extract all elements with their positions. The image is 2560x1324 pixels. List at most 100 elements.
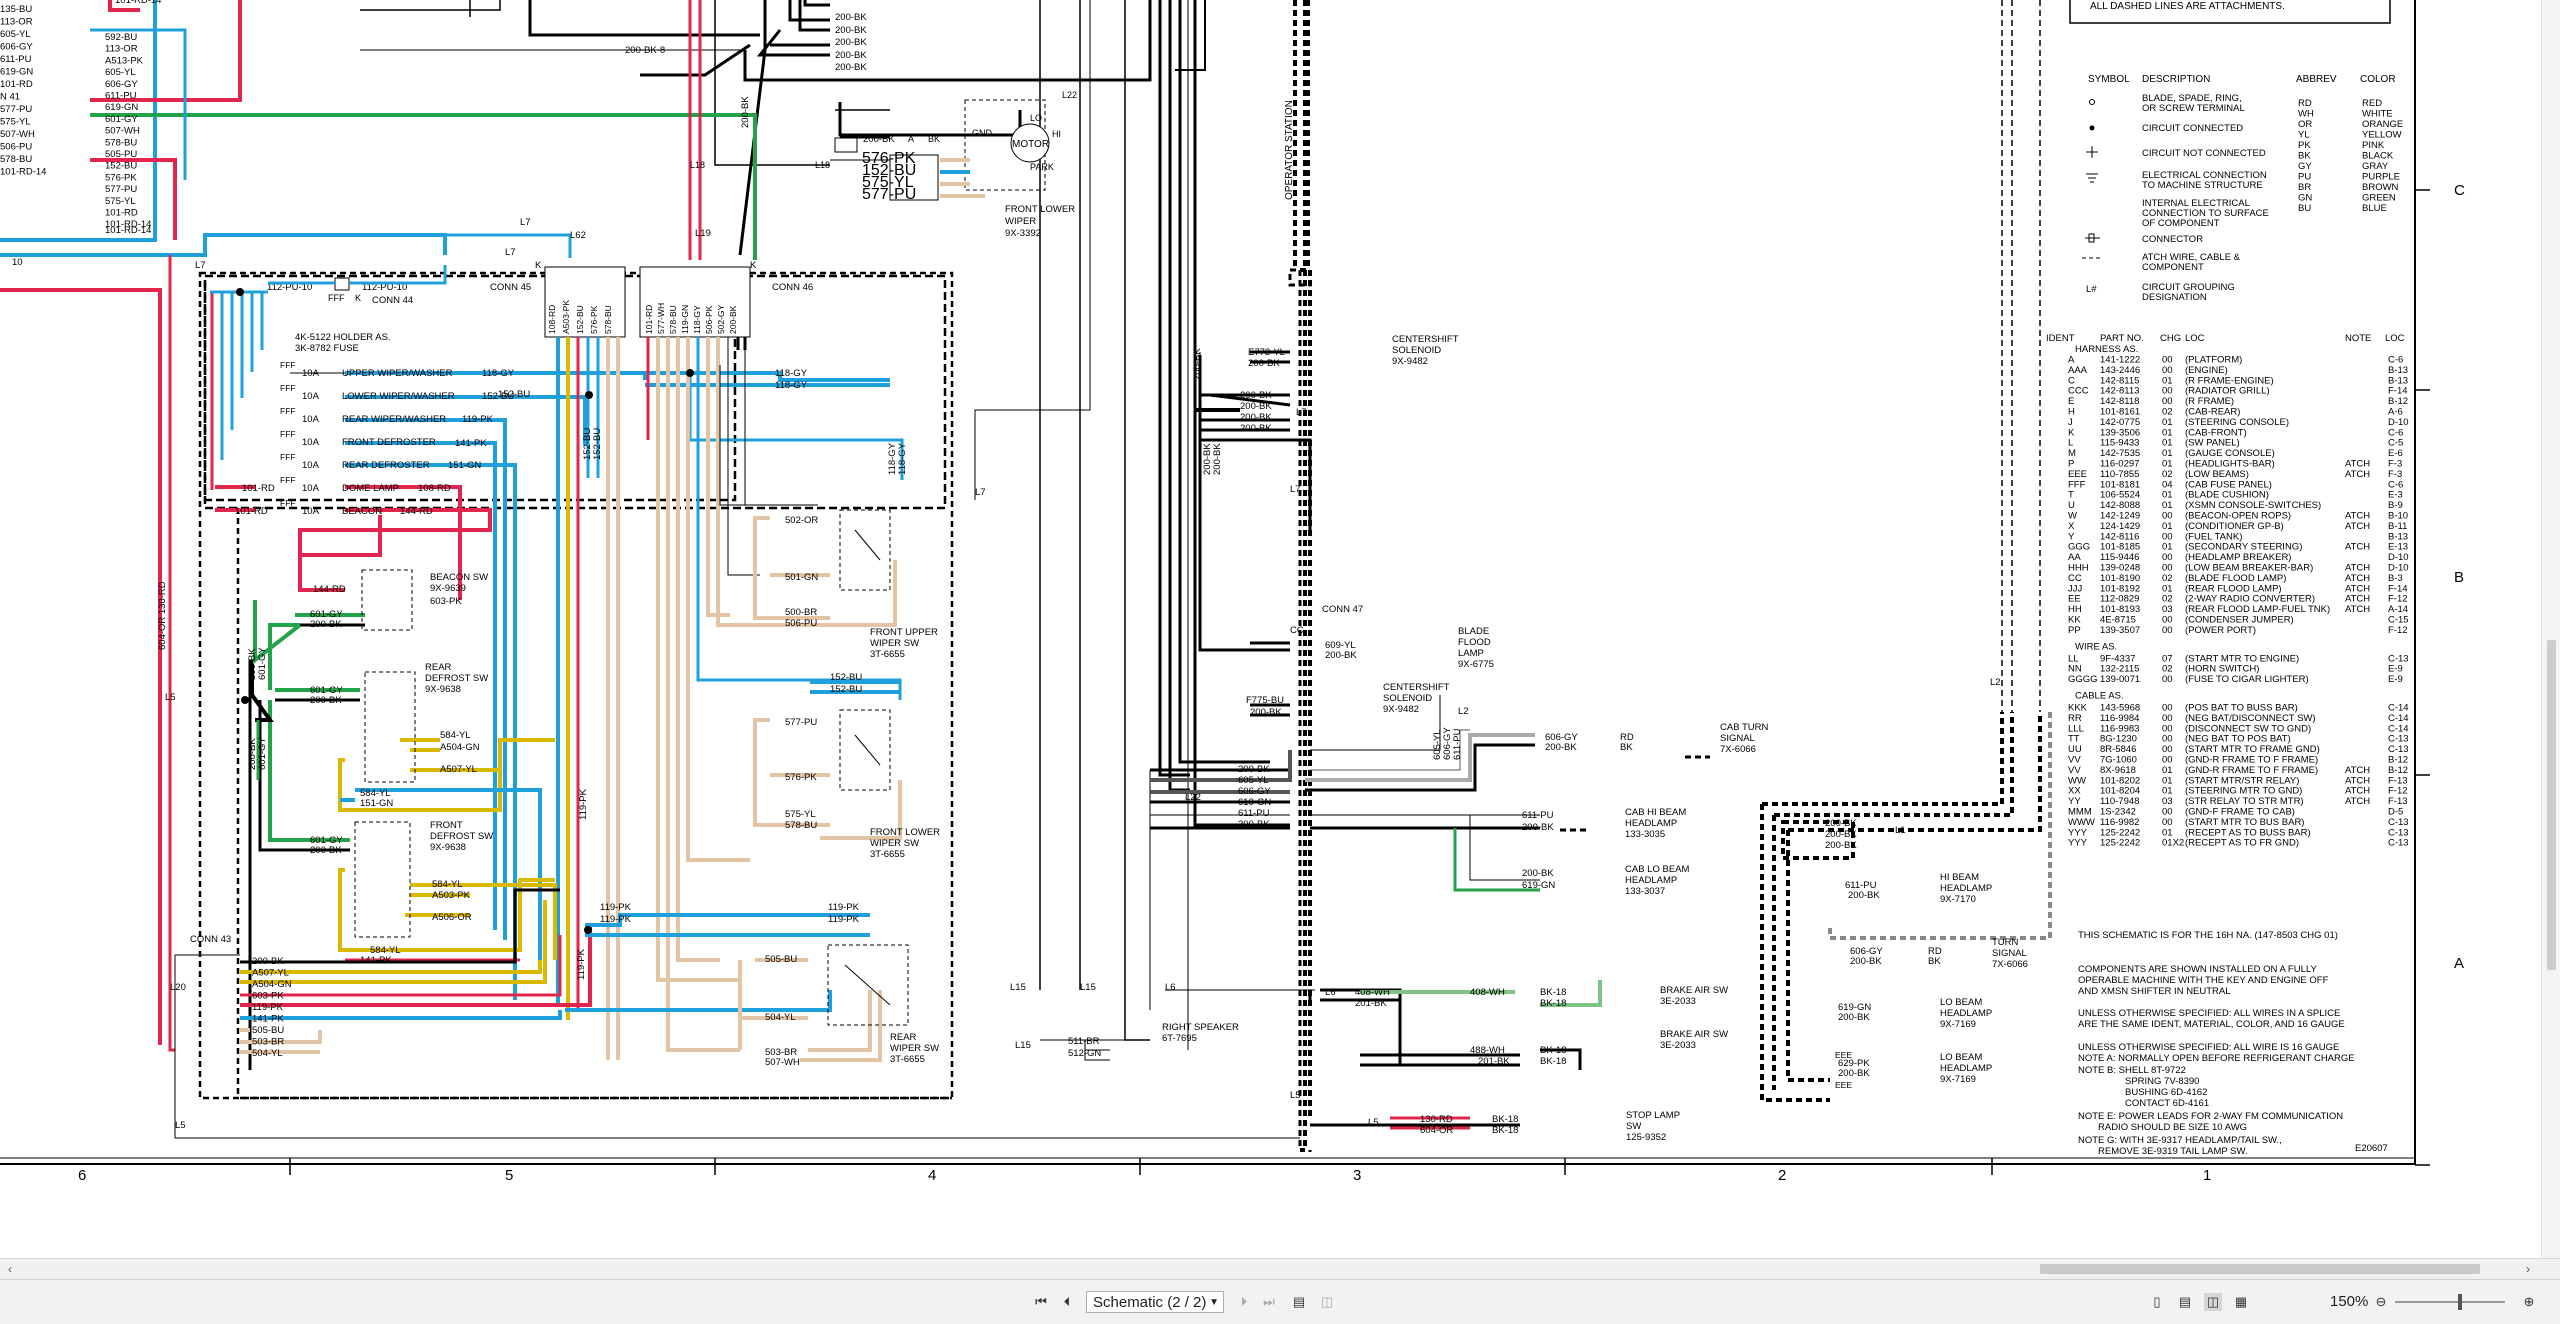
ident-loc: C-15 bbox=[2388, 615, 2409, 626]
ident-loc: F-13 bbox=[2388, 775, 2408, 786]
diagram-label: 108-RD bbox=[418, 483, 451, 494]
document-viewport[interactable]: 6 5 4 3 2 1 C B A ALL DASHED LINES ARE A… bbox=[0, 0, 2560, 1258]
diagram-label: 200-BK bbox=[1522, 868, 1554, 879]
diagram-label: 200-BK bbox=[1240, 412, 1272, 423]
ident-chg: 00 bbox=[2162, 531, 2173, 542]
component-label: 6T-7695 bbox=[1162, 1033, 1197, 1044]
legend-color-name: RED bbox=[2362, 98, 2382, 109]
diagram-label: 578-BU bbox=[785, 820, 817, 831]
diagram-label: 130-RD bbox=[1420, 1114, 1453, 1125]
wire-label: 578-BU bbox=[603, 305, 613, 334]
previous-page-icon[interactable]: ⏴ bbox=[1058, 1293, 1076, 1311]
ident-chg: 00 bbox=[2162, 703, 2173, 714]
horizontal-scrollbar[interactable]: ‹ › bbox=[0, 1258, 2560, 1279]
vertical-scrollbar[interactable] bbox=[2541, 0, 2560, 1258]
diagram-label: 119-PK bbox=[576, 948, 587, 980]
diagram-label: 506-PU bbox=[785, 618, 817, 629]
vertical-scroll-thumb[interactable] bbox=[2547, 640, 2556, 970]
zoom-in-icon[interactable]: ⊕ bbox=[2520, 1293, 2538, 1311]
ident-loc: C-6 bbox=[2388, 479, 2403, 490]
diagram-label: L19 bbox=[695, 228, 711, 239]
svg-text:UNLESS OTHERWISE SPECIFIED: AL: UNLESS OTHERWISE SPECIFIED: ALL WIRE IS … bbox=[2078, 1042, 2339, 1053]
ident-part-no: 141-1222 bbox=[2100, 355, 2140, 366]
zoom-level[interactable]: 150% bbox=[2330, 1293, 2368, 1310]
zoom-slider-handle[interactable] bbox=[2458, 1294, 2462, 1310]
component-label: CENTERSHIFT bbox=[1383, 682, 1450, 693]
ident-code: WW bbox=[2068, 775, 2086, 786]
wire-label: 113-OR bbox=[0, 17, 33, 28]
next-page-icon[interactable]: ⏵ bbox=[1235, 1293, 1253, 1311]
first-page-icon[interactable]: ⏮ bbox=[1032, 1293, 1050, 1311]
diagram-label: L7 bbox=[975, 487, 986, 498]
ident-code: RR bbox=[2068, 713, 2082, 724]
wire-label: 101-RD bbox=[0, 79, 33, 90]
horizontal-scroll-thumb[interactable] bbox=[2040, 1264, 2480, 1274]
scroll-left-arrow[interactable]: ‹ bbox=[2, 1261, 18, 1277]
svg-text:NOTE A: NORMALLY OPEN BEFORE R: NOTE A: NORMALLY OPEN BEFORE REFRIGERANT… bbox=[2078, 1053, 2355, 1064]
wire-label: 506-PK bbox=[704, 305, 714, 334]
ident-description: (START MTR TO ENGINE) bbox=[2185, 653, 2299, 664]
ident-description: (BEACON-OPEN ROPS) bbox=[2185, 511, 2291, 522]
component-label: RIGHT SPEAKER bbox=[1162, 1022, 1239, 1033]
ident-loc: F-12 bbox=[2388, 625, 2408, 636]
diagram-label: L5 bbox=[1368, 1117, 1379, 1128]
page-select[interactable]: Schematic (2 / 2) ▼ bbox=[1086, 1291, 1224, 1313]
component-label: 9X-6775 bbox=[1458, 659, 1494, 670]
diagram-label: 152-BU bbox=[498, 389, 530, 400]
ident-note: ATCH bbox=[2345, 563, 2370, 574]
book-view-icon[interactable]: ▦ bbox=[2232, 1293, 2250, 1311]
diagram-label: 119-PK bbox=[828, 902, 860, 913]
svg-text:UNLESS OTHERWISE SPECIFIED: AL: UNLESS OTHERWISE SPECIFIED: ALL WIRES IN… bbox=[2078, 1008, 2340, 1019]
wire-label: 606-GY bbox=[0, 42, 33, 53]
diagram-label: FFF bbox=[280, 360, 296, 370]
ident-chg: 01 bbox=[2162, 542, 2173, 553]
ident-loc: B-13 bbox=[2388, 375, 2408, 386]
diagram-label: L7 bbox=[1290, 484, 1301, 495]
component-label: 9X-9482 bbox=[1383, 704, 1419, 715]
scroll-right-arrow[interactable]: › bbox=[2520, 1261, 2536, 1277]
ident-code: VV bbox=[2068, 755, 2081, 766]
component-label: LO BEAM bbox=[1940, 1052, 1982, 1063]
svg-text:CONN 44: CONN 44 bbox=[372, 295, 413, 306]
ident-part-no: 8G-1230 bbox=[2100, 734, 2137, 745]
svg-text:OF COMPONENT: OF COMPONENT bbox=[2142, 218, 2220, 229]
ident-chg: 01 bbox=[2162, 427, 2173, 438]
svg-text:9X-3392: 9X-3392 bbox=[1005, 228, 1041, 239]
single-page-icon[interactable]: ▯ bbox=[2148, 1293, 2166, 1311]
ident-description: (R FRAME-ENGINE) bbox=[2185, 375, 2274, 386]
diagram-label: 118-GY bbox=[775, 368, 808, 379]
wire-label: 502-GY bbox=[716, 304, 726, 334]
ident-part-no: 112-0829 bbox=[2100, 594, 2139, 605]
diagram-label: LOWER WIPER/WASHER bbox=[342, 391, 455, 402]
last-page-icon[interactable]: ⏭ bbox=[1260, 1293, 1278, 1311]
ident-description: (GND-R FRAME TO F FRAME) bbox=[2185, 765, 2318, 776]
ident-description: (FUEL TANK) bbox=[2185, 531, 2242, 542]
ident-code: VV bbox=[2068, 765, 2081, 776]
zoom-slider[interactable] bbox=[2395, 1301, 2505, 1303]
page-view-icon[interactable]: ▤ bbox=[1290, 1293, 1308, 1311]
svg-text:DESIGNATION: DESIGNATION bbox=[2142, 292, 2207, 303]
svg-text:CONN 45: CONN 45 bbox=[490, 282, 531, 293]
legend-abbrev: WH bbox=[2298, 109, 2314, 120]
svg-text:ABBREV: ABBREV bbox=[2296, 74, 2337, 85]
ident-description: (SECONDARY STEERING) bbox=[2185, 542, 2302, 553]
diagram-label: 605-YL bbox=[1238, 775, 1269, 786]
diagram-label: 619-GN bbox=[1238, 797, 1271, 808]
svg-text:1: 1 bbox=[2203, 1167, 2211, 1184]
zoom-out-icon[interactable]: ⊖ bbox=[2372, 1293, 2390, 1311]
ident-description: (LOW BEAM BREAKER-BAR) bbox=[2185, 563, 2313, 574]
diagram-label: 604-OR bbox=[1420, 1125, 1453, 1136]
ident-code: EEE bbox=[2068, 469, 2087, 480]
continuous-page-icon[interactable]: ▤ bbox=[2176, 1293, 2194, 1311]
wire-label: 611-PU bbox=[0, 54, 32, 65]
ident-code: A bbox=[2068, 355, 2075, 366]
ident-chg: 00 bbox=[2162, 744, 2173, 755]
ident-code: KK bbox=[2068, 615, 2081, 626]
two-page-view-icon[interactable]: ◫ bbox=[1318, 1293, 1336, 1311]
two-page-continuous-icon[interactable]: ◫ bbox=[2204, 1293, 2222, 1311]
wire-label: 101-RD bbox=[644, 305, 654, 334]
ident-part-no: 139-0071 bbox=[2100, 674, 2140, 685]
ident-loc: C-13 bbox=[2388, 744, 2409, 755]
svg-text:ALL DASHED LINES ARE ATTACHMEN: ALL DASHED LINES ARE ATTACHMENTS. bbox=[2090, 1, 2285, 12]
wire-label: 576-PK bbox=[105, 172, 137, 183]
